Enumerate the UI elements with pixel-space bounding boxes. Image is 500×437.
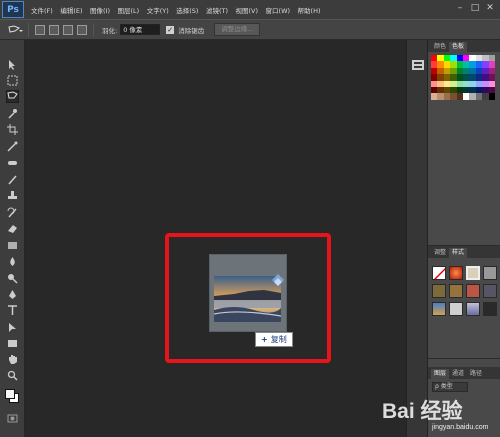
- photoshop-window: Ps 文件(F) 编辑(E) 图像(I) 图层(L) 文字(Y) 选择(S) 滤…: [0, 0, 500, 437]
- styles-grid: [432, 266, 497, 317]
- subtract-selection-icon[interactable]: [63, 24, 73, 35]
- style-item[interactable]: [466, 284, 480, 298]
- quick-mask-icon[interactable]: [6, 412, 19, 425]
- menu-image[interactable]: 图像(I): [90, 5, 110, 15]
- tab-channels[interactable]: 通道: [449, 369, 467, 379]
- right-panels: 颜色 色板 调整 样式 图层 通道 路径 ρ 类型: [428, 40, 500, 437]
- lasso-preset-icon[interactable]: [6, 23, 24, 37]
- menu-file[interactable]: 文件(F): [31, 5, 53, 15]
- options-bar: 羽化: 0 像素 ✓ 消除锯齿 调整边缘...: [0, 19, 500, 40]
- history-panel-icon[interactable]: [412, 55, 424, 70]
- tab-layers[interactable]: 图层: [431, 369, 450, 379]
- tab-swatches[interactable]: 色板: [449, 42, 468, 52]
- copy-tooltip: + 复制: [255, 332, 293, 347]
- blur-tool-icon[interactable]: [6, 255, 19, 268]
- gradient-tool-icon[interactable]: [6, 239, 19, 252]
- color-swatch[interactable]: [488, 93, 495, 100]
- style-item[interactable]: [432, 284, 446, 298]
- style-item[interactable]: [449, 302, 463, 316]
- foreground-color-swatch[interactable]: [5, 389, 15, 399]
- path-select-icon[interactable]: [6, 321, 19, 334]
- feather-input[interactable]: 0 像素: [120, 24, 161, 35]
- feather-label: 羽化:: [102, 26, 118, 35]
- tools-panel: [0, 40, 25, 437]
- style-item[interactable]: [466, 302, 480, 316]
- intersect-selection-icon[interactable]: [77, 24, 87, 35]
- collapsed-panel-strip: [406, 40, 428, 437]
- search-icon: ρ: [435, 383, 439, 390]
- move-tool-icon[interactable]: [6, 58, 19, 71]
- clone-stamp-icon[interactable]: [6, 189, 19, 202]
- style-item[interactable]: [483, 266, 497, 280]
- pen-tool-icon[interactable]: [6, 288, 19, 301]
- lasso-tool-icon[interactable]: [6, 90, 19, 103]
- style-item[interactable]: [466, 266, 480, 280]
- maximize-button[interactable]: □: [469, 2, 481, 15]
- style-item[interactable]: [483, 302, 497, 316]
- styles-panel-tabs: 调整 样式: [428, 246, 500, 258]
- dodge-tool-icon[interactable]: [6, 272, 19, 285]
- color-panel-tabs: 颜色 色板: [428, 40, 500, 52]
- style-item[interactable]: [449, 266, 463, 280]
- options-separator: [28, 22, 29, 37]
- tab-adjustments[interactable]: 调整: [431, 248, 449, 258]
- color-swatches[interactable]: [5, 388, 20, 405]
- menu-layer[interactable]: 图层(L): [118, 5, 140, 15]
- close-button[interactable]: ✕: [484, 2, 496, 15]
- window-controls: – □ ✕: [451, 2, 496, 15]
- tab-color[interactable]: 颜色: [431, 42, 449, 52]
- layers-panel-tabs: 图层 通道 路径: [428, 367, 500, 379]
- layer-filter-select[interactable]: ρ 类型: [432, 382, 468, 392]
- style-item[interactable]: [432, 302, 446, 316]
- tab-styles[interactable]: 样式: [449, 248, 468, 258]
- antialias-label: 消除锯齿: [178, 26, 205, 35]
- ps-logo: Ps: [2, 1, 24, 18]
- new-selection-icon[interactable]: [35, 24, 45, 35]
- eraser-icon[interactable]: [6, 222, 19, 235]
- menu-bar: Ps 文件(F) 编辑(E) 图像(I) 图层(L) 文字(Y) 选择(S) 滤…: [0, 0, 500, 19]
- layer-filter-value: 类型: [440, 383, 453, 390]
- antialias-checkbox[interactable]: ✓: [166, 25, 175, 34]
- menu-type[interactable]: 文字(Y): [147, 5, 169, 15]
- marquee-tool-icon[interactable]: [6, 74, 19, 87]
- crop-tool-icon[interactable]: [6, 123, 19, 136]
- add-selection-icon[interactable]: [49, 24, 59, 35]
- menu-items: 文件(F) 编辑(E) 图像(I) 图层(L) 文字(Y) 选择(S) 滤镜(T…: [31, 5, 328, 15]
- brush-tool-icon[interactable]: [6, 173, 19, 186]
- watermark-logo: Bai 经验: [382, 400, 463, 423]
- menu-view[interactable]: 视图(V): [236, 5, 259, 15]
- minimize-button[interactable]: –: [454, 2, 466, 15]
- refine-edge-button[interactable]: 调整边缘...: [214, 23, 261, 36]
- menu-edit[interactable]: 编辑(E): [60, 5, 82, 15]
- history-brush-icon[interactable]: [6, 206, 19, 219]
- watermark-url: jingyan.baidu.com: [432, 424, 489, 431]
- style-item[interactable]: [483, 284, 497, 298]
- eyedropper-icon[interactable]: [6, 140, 19, 153]
- tab-paths[interactable]: 路径: [467, 369, 485, 379]
- panel-divider: [428, 358, 500, 359]
- hand-tool-icon[interactable]: [6, 353, 19, 366]
- quick-select-icon[interactable]: [6, 107, 19, 120]
- style-none[interactable]: [432, 266, 446, 280]
- image-file-icon: [270, 273, 284, 287]
- menu-select[interactable]: 选择(S): [176, 5, 198, 15]
- menu-filter[interactable]: 滤镜(T): [206, 5, 228, 15]
- plus-icon: +: [261, 335, 268, 344]
- style-item[interactable]: [449, 284, 463, 298]
- zoom-tool-icon[interactable]: [6, 369, 19, 382]
- rectangle-tool-icon[interactable]: [6, 337, 19, 350]
- drag-preview: [209, 254, 287, 332]
- menu-help[interactable]: 帮助(H): [298, 5, 321, 15]
- type-tool-icon[interactable]: [6, 304, 19, 317]
- healing-brush-icon[interactable]: [6, 156, 19, 169]
- copy-label: 复制: [270, 335, 287, 344]
- swatch-grid: [431, 55, 500, 100]
- options-separator: [93, 22, 94, 37]
- menu-window[interactable]: 窗口(W): [266, 5, 291, 15]
